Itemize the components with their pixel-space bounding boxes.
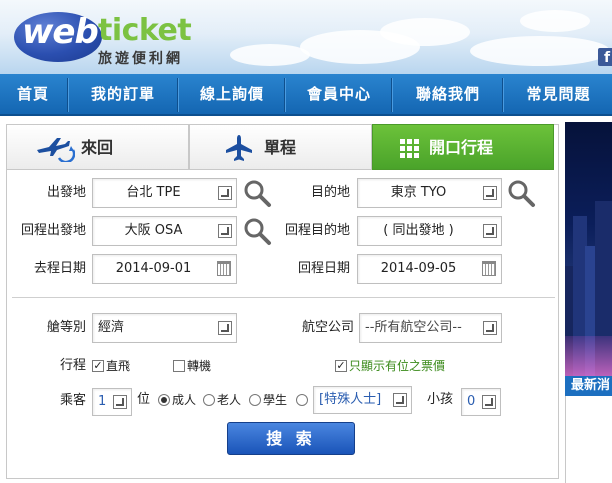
dropdown-corner-icon [218,186,232,200]
round-trip-plane-icon [37,138,75,162]
available-only-label: 只顯示有位之票價 [349,359,446,373]
child-count-field[interactable]: 0 [461,388,501,416]
news-panel [565,396,612,483]
departure-field[interactable]: 台北 TPE [92,178,237,208]
facebook-icon[interactable]: f [598,48,612,66]
return-destination-field[interactable]: ( 同出發地 ) [357,216,502,246]
cloud-decoration [380,18,470,46]
search-magnifier-icon[interactable] [506,178,536,208]
dropdown-corner-icon [483,224,497,238]
cloud-decoration [470,36,610,66]
latest-news-heading[interactable]: 最新消 [565,376,612,396]
return-destination-value: ( 同出發地 ) [383,223,454,238]
return-date-field[interactable]: 2014-09-05 [357,254,502,284]
passenger-label: 乘客 [59,393,86,408]
search-magnifier-icon[interactable] [242,178,272,208]
logo-ticket-text: ticket [98,13,192,48]
nav-item-member-center[interactable]: 會員中心 [287,74,391,114]
passenger-count-field[interactable]: 1 [92,388,132,416]
tab-open-jaw-label: 開口行程 [429,138,494,157]
dropdown-corner-icon [393,393,407,407]
destination-value: 東京 TYO [390,185,447,200]
airline-select[interactable]: --所有航空公司-- [359,313,502,343]
city-lights [565,336,612,376]
direct-label: 直飛 [106,359,131,373]
nav-item-online-quote[interactable]: 線上詢價 [180,74,284,114]
depart-date-label: 去程日期 [33,261,86,276]
special-radio[interactable] [296,394,308,406]
seat-unit-label: 位 [137,392,151,407]
depart-date-value: 2014-09-01 [115,261,192,276]
cabin-label: 艙等別 [46,320,86,335]
nav-separator [284,78,286,112]
nav-item-faq[interactable]: 常見問題 [505,74,612,114]
promo-photo[interactable] [565,122,612,376]
cabin-select[interactable]: 經濟 [92,313,237,343]
calendar-icon[interactable] [217,261,231,276]
passenger-count-value: 1 [98,394,107,409]
nav-separator [67,78,69,112]
senior-radio[interactable] [203,394,215,406]
dropdown-corner-icon [483,186,497,200]
plane-icon [226,135,252,161]
calendar-icon[interactable] [482,261,496,276]
cloud-decoration [520,10,590,32]
special-passenger-select[interactable]: [特殊人士] [313,386,412,414]
adult-label: 成人 [172,393,197,407]
airline-label: 航空公司 [301,320,354,335]
nav-item-contact-us[interactable]: 聯絡我們 [394,74,502,114]
special-passenger-value: [特殊人士] [319,392,382,407]
return-date-label: 回程日期 [297,261,350,276]
dropdown-corner-icon [483,321,497,335]
return-date-value: 2014-09-05 [380,261,457,276]
return-destination-label: 回程目的地 [284,223,350,238]
site-header: web ticket 旅遊便利網 f [0,0,612,74]
search-magnifier-icon[interactable] [242,216,272,246]
nav-item-home[interactable]: 首頁 [0,74,66,114]
search-button[interactable]: 搜 索 [227,422,355,455]
return-departure-label: 回程出發地 [20,223,86,238]
available-only-checkbox[interactable]: ✓ [335,360,347,372]
tab-one-way[interactable]: 單程 [189,124,372,170]
cabin-value: 經濟 [98,320,125,335]
nav-separator [502,78,504,112]
nav-separator [177,78,179,112]
direct-checkbox[interactable]: ✓ [92,360,104,372]
departure-label: 出發地 [46,185,86,200]
nav-item-my-orders[interactable]: 我的訂單 [70,74,176,114]
return-departure-value: 大阪 OSA [124,223,183,238]
tab-open-jaw[interactable]: 開口行程 [372,124,554,170]
dropdown-corner-icon [482,395,496,409]
depart-date-field[interactable]: 2014-09-01 [92,254,237,284]
dropdown-corner-icon [218,224,232,238]
destination-label: 目的地 [310,185,350,200]
senior-label: 老人 [217,393,242,407]
transfer-checkbox[interactable] [173,360,185,372]
tab-round-trip-label: 來回 [81,138,114,157]
main-nav: 首頁 我的訂單 線上詢價 會員中心 聯絡我們 常見問題 [0,74,612,116]
grid-icon [400,139,419,158]
tab-round-trip[interactable]: 來回 [6,124,189,170]
logo-web-text: web [22,12,99,52]
logo-subtitle: 旅遊便利網 [98,51,183,67]
transfer-label: 轉機 [187,359,212,373]
child-count-value: 0 [467,394,476,409]
airline-value: --所有航空公司-- [365,320,462,335]
tab-one-way-label: 單程 [264,138,297,157]
destination-field[interactable]: 東京 TYO [357,178,502,208]
adult-radio[interactable] [158,394,170,406]
dropdown-corner-icon [218,321,232,335]
departure-value: 台北 TPE [126,185,181,200]
child-label: 小孩 [427,392,454,407]
nav-separator [391,78,393,112]
section-divider [12,297,555,298]
itinerary-label: 行程 [59,358,86,373]
student-label: 學生 [263,393,288,407]
student-radio[interactable] [249,394,261,406]
cloud-decoration [230,44,310,66]
return-departure-field[interactable]: 大阪 OSA [92,216,237,246]
dropdown-corner-icon [113,395,127,409]
